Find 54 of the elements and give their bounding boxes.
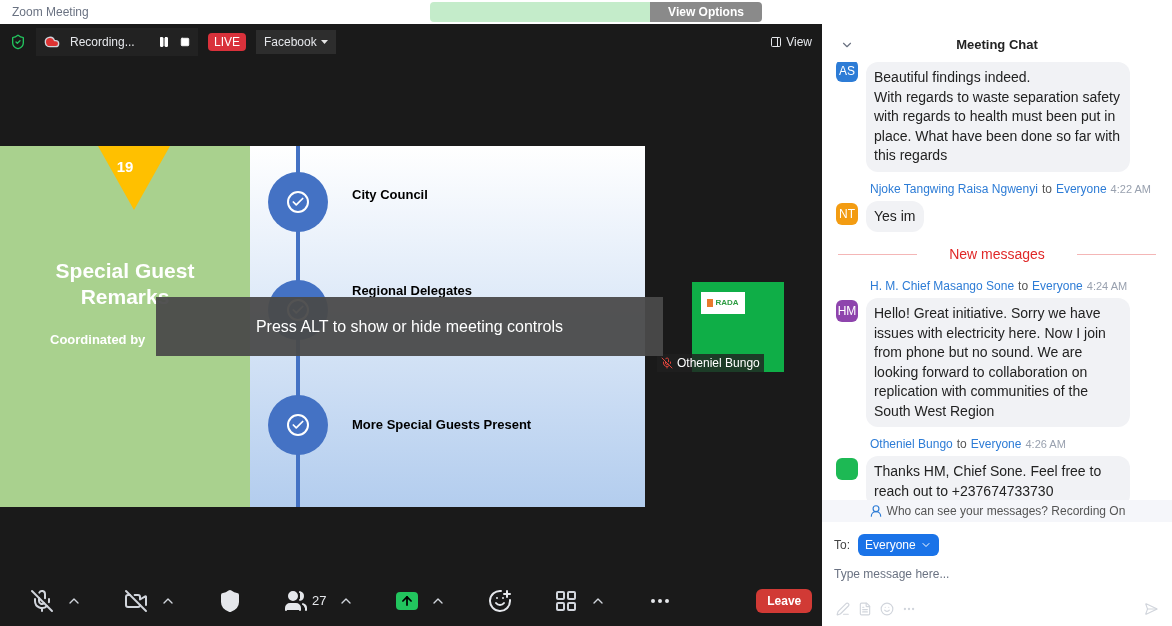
stop-icon[interactable]	[180, 37, 190, 47]
message-bubble: Beautiful findings indeed. With regards to waste separation safety with regards to health must been put in place. What have been done so far with this regards	[866, 62, 1130, 172]
mic-off-icon[interactable]	[30, 589, 54, 613]
pause-icon[interactable]	[158, 36, 170, 48]
recipient-name: Everyone	[970, 436, 1022, 453]
reactions-icon[interactable]	[488, 589, 513, 613]
to-label: To:	[834, 537, 850, 554]
participants-icon[interactable]	[284, 589, 308, 613]
sender-name[interactable]: Njoke Tangwing Raisa Ngwenyi	[870, 179, 1038, 198]
message-bubble: Hello! Great initiative. Sorry we have issues with electricity here. Now I join from phone but no sound. We are looking forward to collaboration on replication with communities of the South West Region	[866, 298, 1130, 427]
video-off-icon[interactable]	[124, 589, 148, 613]
logo: RADA	[701, 292, 745, 314]
caret-icon	[320, 40, 328, 44]
recipient-dropdown[interactable]: Everyone	[858, 534, 939, 556]
to-text: to	[1018, 278, 1029, 295]
to-text: to	[956, 436, 967, 453]
shield-check-icon[interactable]	[10, 34, 26, 50]
view-options-button[interactable]: View Options	[650, 2, 762, 22]
message-time: 4:22 AM	[1110, 181, 1151, 197]
avatar: HM	[836, 300, 858, 322]
user-icon	[868, 504, 883, 518]
sender-name[interactable]: Otheniel Bungo	[870, 435, 953, 453]
participant-name: Otheniel Bungo	[677, 355, 760, 372]
message-time: 4:24 AM	[1086, 279, 1128, 294]
message-time: 4:26 AM	[1025, 437, 1066, 452]
stream-dropdown[interactable]: Facebook	[256, 30, 336, 54]
view-button[interactable]: View	[770, 33, 812, 51]
panel-icon	[770, 36, 783, 48]
recipient-name: Everyone	[1032, 278, 1083, 295]
to-text: to	[1041, 180, 1052, 198]
chat-title: Meeting Chat	[955, 36, 1039, 55]
share-screen-icon[interactable]	[396, 592, 419, 610]
live-badge: LIVE	[208, 33, 246, 51]
message-bubble: Thanks HM, Chief Sone. Feel free to reach out to +237674733730	[866, 456, 1130, 500]
window-title: Zoom Meeting	[12, 4, 89, 21]
triangle-shape	[98, 146, 170, 210]
hint-overlay: Press ALT to show or hide meeting controls	[156, 297, 663, 356]
recording-status: Recording...	[70, 34, 136, 51]
slide-number: 19	[116, 157, 134, 177]
shield-icon[interactable]	[218, 589, 242, 613]
avatar: NT	[836, 202, 858, 225]
leave-button[interactable]: Leave	[756, 589, 812, 613]
cloud-icon	[44, 34, 60, 50]
message-input[interactable]: Type message here...	[834, 562, 1160, 586]
sender-name[interactable]: H. M. Chief Masango Sone	[870, 277, 1015, 295]
slide-subtitle: Coordinated by	[50, 330, 146, 349]
recipient-name: Everyone	[1055, 180, 1107, 198]
avatar: AS	[836, 62, 858, 82]
slide-item-text: More Special Guests Present	[352, 416, 532, 435]
message-bubble: Yes im	[866, 200, 924, 232]
apps-icon[interactable]	[554, 589, 579, 613]
slide-item-text: City Council	[352, 186, 428, 205]
new-messages-divider: New messages	[949, 245, 1045, 264]
participant-count: 27	[312, 592, 327, 611]
